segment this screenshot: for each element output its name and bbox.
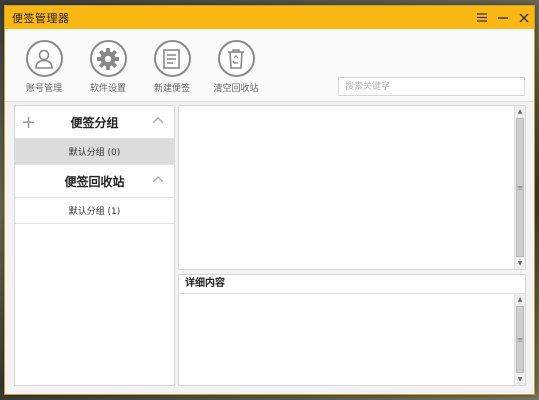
detail-header: 详细内容 bbox=[179, 275, 525, 294]
gear-icon bbox=[89, 40, 127, 77]
chevron-up-icon[interactable] bbox=[152, 175, 164, 183]
close-icon[interactable] bbox=[513, 6, 534, 29]
detail-scrollbar[interactable]: ▲ ≡ ▼ bbox=[514, 294, 525, 385]
recycle-item-default[interactable]: 默认分组 (1) bbox=[15, 198, 174, 224]
user-icon bbox=[25, 40, 63, 77]
recycle-item-label: 默认分组 (1) bbox=[68, 207, 121, 217]
new-note-button[interactable]: 新建便签 bbox=[140, 40, 204, 94]
scroll-up-arrow-icon[interactable]: ▲ bbox=[515, 106, 525, 117]
app-window: 便签管理器 账号管理 软件设置 新建便签 清空回收站 搜索关键字 + 便签分组 … bbox=[4, 5, 535, 395]
account-management-label: 账号管理 bbox=[25, 84, 62, 94]
group-sidebar: + 便签分组 默认分组 (0) 便签回收站 默认分组 (1) bbox=[14, 105, 175, 386]
note-groups-header[interactable]: + 便签分组 bbox=[15, 106, 174, 139]
menu-icon[interactable] bbox=[471, 6, 492, 29]
note-list-panel[interactable]: ▲ ≡ ▼ bbox=[178, 105, 526, 270]
new-note-label: 新建便签 bbox=[153, 84, 190, 94]
add-group-icon[interactable]: + bbox=[21, 112, 36, 133]
recycle-bin-header[interactable]: 便签回收站 bbox=[15, 165, 174, 198]
chevron-up-icon[interactable] bbox=[152, 116, 164, 124]
software-settings-label: 软件设置 bbox=[89, 84, 126, 94]
detail-panel: 详细内容 ▲ ≡ ▼ bbox=[178, 274, 526, 386]
scroll-up-arrow-icon[interactable]: ▲ bbox=[515, 294, 525, 305]
group-item-default[interactable]: 默认分组 (0) bbox=[15, 139, 174, 165]
note-list-scrollbar[interactable]: ▲ ≡ ▼ bbox=[514, 106, 525, 269]
recycle-bin-title: 便签回收站 bbox=[64, 174, 125, 189]
title-bar[interactable]: 便签管理器 bbox=[5, 6, 534, 29]
empty-recycle-bin-button[interactable]: 清空回收站 bbox=[204, 40, 268, 94]
scroll-thumb[interactable]: ≡ bbox=[516, 306, 524, 373]
scroll-down-arrow-icon[interactable]: ▼ bbox=[515, 374, 525, 385]
minimize-icon[interactable] bbox=[492, 6, 513, 29]
account-management-button[interactable]: 账号管理 bbox=[12, 40, 76, 94]
note-groups-title: 便签分组 bbox=[70, 115, 119, 130]
detail-content-area[interactable] bbox=[179, 294, 514, 385]
group-item-label: 默认分组 (0) bbox=[68, 148, 121, 158]
scroll-thumb[interactable]: ≡ bbox=[516, 118, 524, 257]
search-input[interactable] bbox=[338, 77, 525, 96]
window-title: 便签管理器 bbox=[12, 11, 70, 25]
software-settings-button[interactable]: 软件设置 bbox=[76, 40, 140, 94]
note-icon bbox=[153, 40, 191, 77]
empty-recycle-bin-label: 清空回收站 bbox=[213, 84, 259, 94]
scroll-down-arrow-icon[interactable]: ▼ bbox=[515, 258, 525, 269]
recycle-bin-icon bbox=[217, 40, 255, 77]
